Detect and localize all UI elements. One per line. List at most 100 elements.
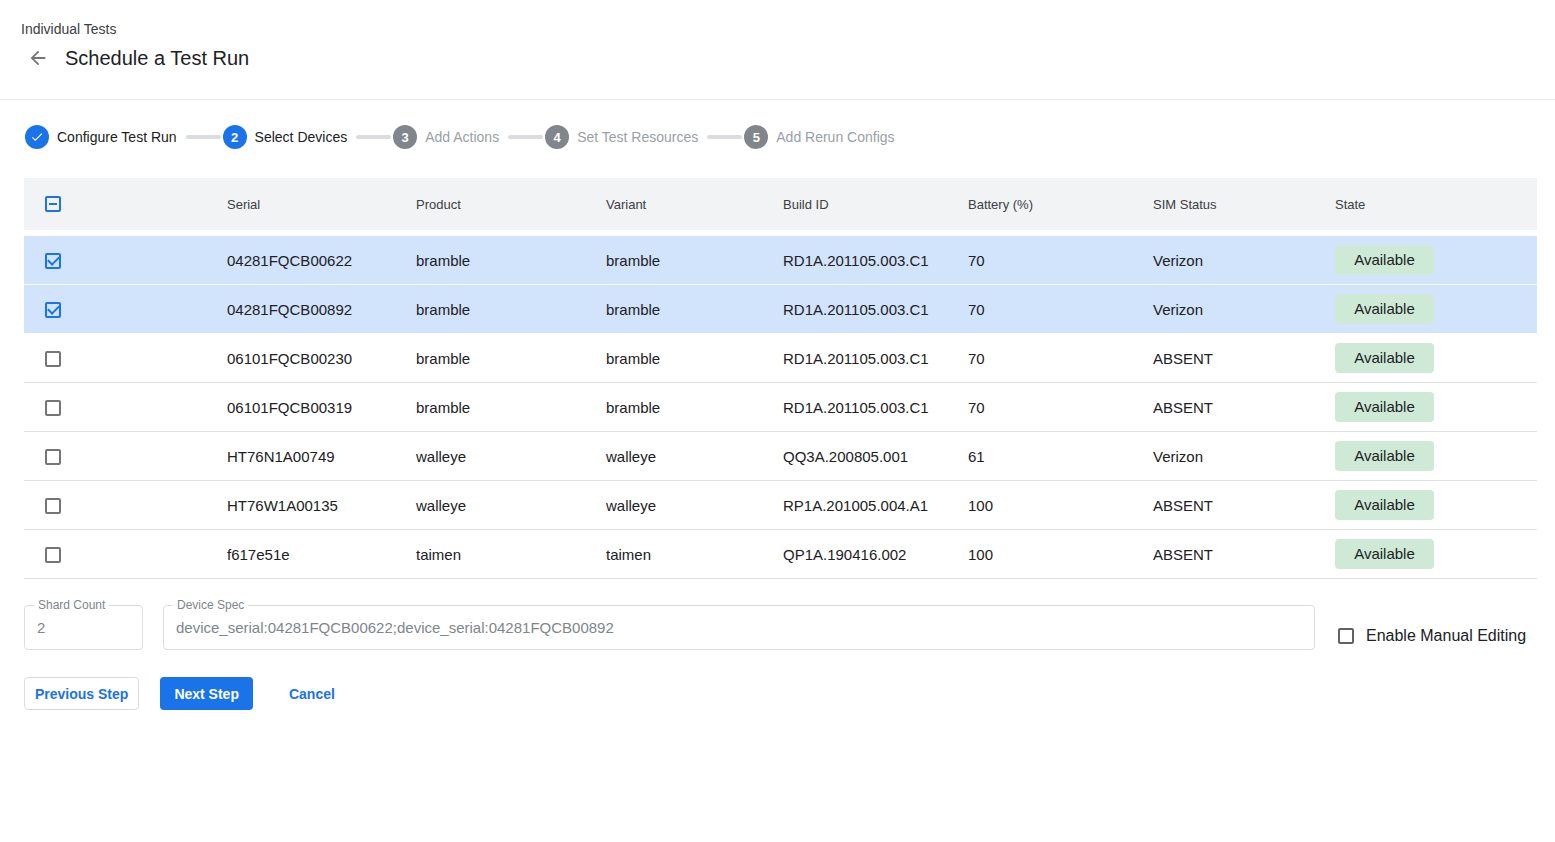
cell-variant: bramble: [593, 350, 770, 367]
cell-serial: 06101FQCB00319: [214, 399, 403, 416]
action-buttons: Previous Step Next Step Cancel: [24, 677, 351, 710]
next-step-button[interactable]: Next Step: [160, 677, 253, 710]
step-label: Select Devices: [255, 129, 348, 145]
cell-battery: 70: [955, 252, 1140, 269]
cell-state: Available: [1322, 294, 1537, 324]
step-label: Add Rerun Configs: [776, 129, 894, 145]
state-badge: Available: [1335, 539, 1434, 569]
step-number: 4: [545, 125, 569, 149]
cell-battery: 61: [955, 448, 1140, 465]
state-badge: Available: [1335, 392, 1434, 422]
cell-serial: HT76W1A00135: [214, 497, 403, 514]
step-select-devices[interactable]: 2 Select Devices: [223, 125, 348, 149]
previous-step-button[interactable]: Previous Step: [24, 677, 139, 710]
step-number: 2: [223, 125, 247, 149]
cell-build-id: RP1A.201005.004.A1: [770, 497, 955, 514]
cell-serial: 06101FQCB00230: [214, 350, 403, 367]
row-checkbox[interactable]: [45, 400, 61, 416]
device-row[interactable]: 06101FQCB00319bramblebrambleRD1A.201105.…: [24, 383, 1537, 432]
cell-battery: 70: [955, 301, 1140, 318]
title-row: Schedule a Test Run: [27, 44, 249, 72]
manual-editing-checkbox[interactable]: [1338, 628, 1354, 644]
cell-battery: 100: [955, 546, 1140, 563]
cell-product: bramble: [403, 399, 593, 416]
row-checkbox[interactable]: [45, 449, 61, 465]
cell-variant: bramble: [593, 301, 770, 318]
cell-state: Available: [1322, 441, 1537, 471]
device-table: SerialProductVariantBuild IDBattery (%)S…: [24, 178, 1537, 579]
row-checkbox-cell: [24, 447, 214, 465]
step-connector: [356, 135, 391, 139]
step-connector: [707, 135, 742, 139]
device-row[interactable]: 04281FQCB00892bramblebrambleRD1A.201105.…: [24, 285, 1537, 334]
cell-product: bramble: [403, 301, 593, 318]
stepper: Configure Test Run 2 Select Devices 3Add Ac…: [25, 124, 895, 150]
cell-product: taimen: [403, 546, 593, 563]
column-header-serial: Serial: [214, 197, 403, 212]
step-add-rerun-configs[interactable]: 5 Add Rerun Configs: [744, 125, 894, 149]
cell-sim-status: Verizon: [1140, 252, 1322, 269]
column-header-build-id: Build ID: [770, 197, 955, 212]
step-configure-test-run[interactable]: Configure Test Run: [25, 125, 177, 149]
cell-product: bramble: [403, 350, 593, 367]
cell-battery: 70: [955, 350, 1140, 367]
schedule-test-run-page: Individual Tests Schedule a Test Run Con…: [0, 0, 1555, 842]
column-header-variant: Variant: [593, 197, 770, 212]
cell-variant: taimen: [593, 546, 770, 563]
state-badge: Available: [1335, 441, 1434, 471]
cell-product: walleye: [403, 448, 593, 465]
row-checkbox-cell: [24, 496, 214, 514]
row-checkbox[interactable]: [45, 547, 61, 563]
enable-manual-editing-toggle[interactable]: Enable Manual Editing: [1338, 627, 1526, 645]
cell-build-id: RD1A.201105.003.C1: [770, 252, 955, 269]
step-set-test-resources[interactable]: 4 Set Test Resources: [545, 125, 698, 149]
step-check-icon: [25, 125, 49, 149]
back-arrow-icon[interactable]: [27, 47, 49, 69]
column-header-sim-status: SIM Status: [1140, 197, 1322, 212]
cell-sim-status: Verizon: [1140, 448, 1322, 465]
cell-sim-status: ABSENT: [1140, 497, 1322, 514]
state-badge: Available: [1335, 245, 1434, 275]
row-checkbox-cell: [24, 251, 214, 269]
cell-battery: 70: [955, 399, 1140, 416]
breadcrumb[interactable]: Individual Tests: [21, 21, 116, 37]
row-checkbox[interactable]: [45, 498, 61, 514]
step-label: Set Test Resources: [577, 129, 698, 145]
device-spec-field[interactable]: Device Spec device_serial:04281FQCB00622…: [163, 605, 1315, 650]
row-checkbox[interactable]: [45, 302, 61, 318]
cell-serial: 04281FQCB00622: [214, 252, 403, 269]
cell-serial: HT76N1A00749: [214, 448, 403, 465]
cell-state: Available: [1322, 245, 1537, 275]
device-row[interactable]: 04281FQCB00622bramblebrambleRD1A.201105.…: [24, 236, 1537, 285]
row-checkbox[interactable]: [45, 253, 61, 269]
cell-sim-status: ABSENT: [1140, 546, 1322, 563]
row-checkbox-cell: [24, 349, 214, 367]
cell-variant: walleye: [593, 448, 770, 465]
row-checkbox-cell: [24, 398, 214, 416]
cell-variant: walleye: [593, 497, 770, 514]
device-row[interactable]: HT76W1A00135walleyewalleyeRP1A.201005.00…: [24, 481, 1537, 530]
cell-build-id: QQ3A.200805.001: [770, 448, 955, 465]
state-badge: Available: [1335, 343, 1434, 373]
step-connector: [508, 135, 543, 139]
row-checkbox[interactable]: [45, 351, 61, 367]
column-header-battery: Battery (%): [955, 197, 1140, 212]
device-row[interactable]: HT76N1A00749walleyewalleyeQQ3A.200805.00…: [24, 432, 1537, 481]
manual-editing-label: Enable Manual Editing: [1366, 627, 1526, 645]
device-row[interactable]: 06101FQCB00230bramblebrambleRD1A.201105.…: [24, 334, 1537, 383]
step-add-actions[interactable]: 3Add Actions: [393, 125, 499, 149]
cell-build-id: RD1A.201105.003.C1: [770, 350, 955, 367]
step-connector: [186, 135, 221, 139]
device-row[interactable]: f617e51etaimentaimenQP1A.190416.002100AB…: [24, 530, 1537, 579]
shard-count-label: Shard Count: [34, 599, 109, 612]
device-spec-value: device_serial:04281FQCB00622;device_seri…: [164, 606, 1314, 649]
header-divider: [0, 99, 1555, 100]
cancel-button[interactable]: Cancel: [273, 677, 351, 710]
select-all-checkbox[interactable]: [45, 196, 61, 212]
cell-serial: 04281FQCB00892: [214, 301, 403, 318]
page-title: Schedule a Test Run: [65, 47, 249, 70]
step-number: 5: [744, 125, 768, 149]
column-header-product: Product: [403, 197, 593, 212]
shard-count-value: 2: [25, 606, 142, 649]
shard-count-field[interactable]: Shard Count 2: [24, 605, 143, 650]
